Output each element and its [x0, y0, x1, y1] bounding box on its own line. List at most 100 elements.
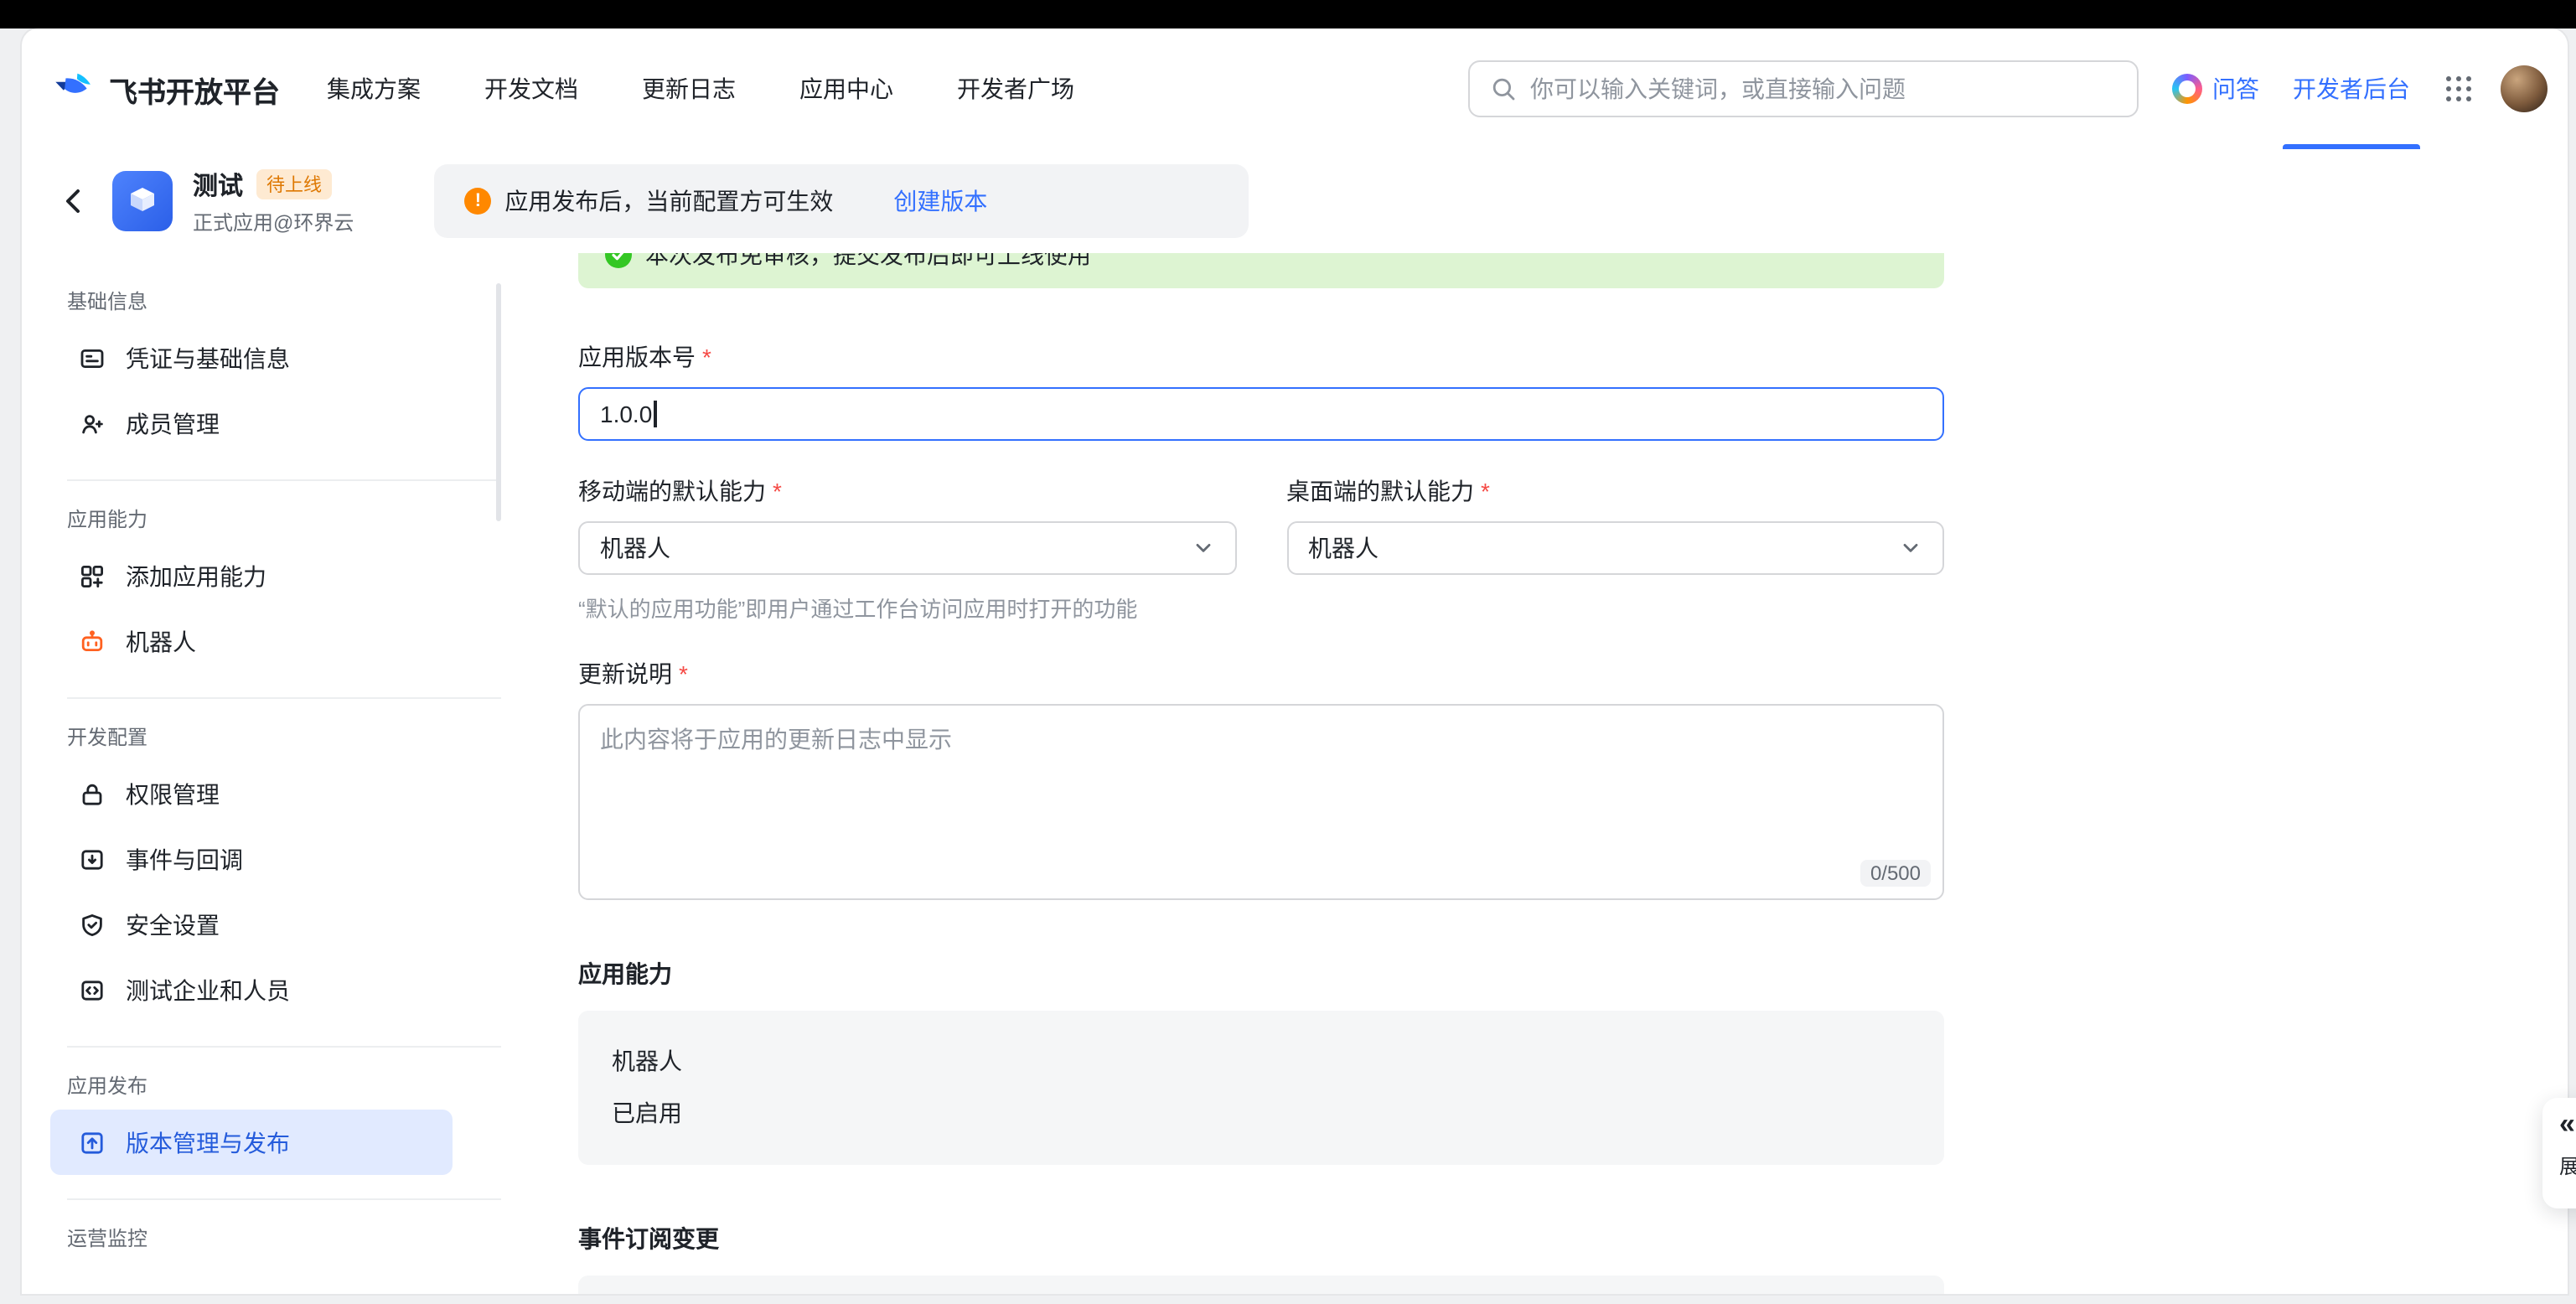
- sidebar-item-label: 权限管理: [126, 777, 220, 810]
- qa-label: 问答: [2212, 72, 2259, 106]
- text-caret: [654, 401, 656, 427]
- header-right: 问答 开发者后台: [2172, 28, 2548, 149]
- sidebar-item-add-capability[interactable]: 添加应用能力: [50, 543, 453, 608]
- default-capability-row: 移动端的默认能力* 机器人 桌面端的默认能力*: [578, 474, 1944, 575]
- nav-item-integration[interactable]: 集成方案: [327, 72, 421, 106]
- char-counter: 0/500: [1860, 860, 1931, 887]
- back-button[interactable]: [52, 179, 96, 223]
- nav-item-app-center[interactable]: 应用中心: [799, 72, 893, 106]
- sidebar-item-robot[interactable]: 机器人: [50, 608, 453, 674]
- expand-label: 展开: [2559, 1151, 2576, 1180]
- expand-panel-button[interactable]: « 展开: [2542, 1098, 2576, 1208]
- sidebar-section-label: 应用发布: [67, 1071, 525, 1100]
- release-notes-label: 更新说明*: [578, 657, 1944, 691]
- app-icon: [112, 171, 173, 231]
- mobile-capability-select[interactable]: 机器人: [578, 521, 1236, 575]
- success-check-icon: [605, 253, 632, 268]
- required-mark: *: [773, 478, 782, 505]
- cube-icon: [122, 181, 163, 221]
- feishu-logo-icon: [52, 67, 96, 111]
- sidebar-section-label: 运营监控: [67, 1224, 525, 1252]
- sidebar-item-members[interactable]: 成员管理: [50, 391, 453, 456]
- brand[interactable]: 飞书开放平台: [52, 67, 280, 111]
- success-banner-text: 本次发布免审核，提交发布后即可上线使用: [645, 253, 1091, 272]
- version-publish-icon: [79, 1129, 106, 1156]
- content-area: 基础信息 凭证与基础信息 成员管理: [22, 253, 2568, 1294]
- nav-item-changelog[interactable]: 更新日志: [642, 72, 736, 106]
- required-mark: *: [679, 660, 688, 687]
- sidebar-item-label: 成员管理: [126, 406, 220, 440]
- nav-item-dev-plaza[interactable]: 开发者广场: [957, 72, 1074, 106]
- search-box[interactable]: 你可以输入关键词，或直接输入问题: [1468, 60, 2139, 117]
- divider: [67, 697, 501, 699]
- app-meta: 测试 待上线 正式应用@环界云: [193, 167, 354, 235]
- sidebar-section-label: 开发配置: [67, 722, 525, 751]
- avatar[interactable]: [2501, 65, 2548, 112]
- sidebar-item-events[interactable]: 事件与回调: [50, 826, 453, 892]
- mobile-capability-label: 移动端的默认能力*: [578, 474, 1236, 508]
- sidebar: 基础信息 凭证与基础信息 成员管理: [22, 253, 525, 1294]
- qa-button[interactable]: 问答: [2172, 72, 2259, 106]
- page: 飞书开放平台 集成方案 开发文档 更新日志 应用中心 开发者广场 你可以输入关键…: [0, 0, 2576, 1304]
- sidebar-scrollbar[interactable]: [496, 283, 501, 521]
- warning-icon: !: [464, 188, 491, 215]
- sidebar-item-security[interactable]: 安全设置: [50, 892, 453, 957]
- app-name: 测试: [193, 167, 243, 202]
- version-input[interactable]: 1.0.0: [578, 387, 1944, 441]
- top-navigation: 飞书开放平台 集成方案 开发文档 更新日志 应用中心 开发者广场 你可以输入关键…: [22, 28, 2568, 149]
- sidebar-item-version-publish[interactable]: 版本管理与发布: [50, 1110, 453, 1175]
- event-callback-icon: [79, 846, 106, 872]
- nav-item-docs[interactable]: 开发文档: [484, 72, 578, 106]
- sidebar-section-dev-config: 开发配置 权限管理 事件与回调: [50, 697, 525, 1022]
- capability-summary-box: 机器人 已启用: [578, 1011, 1944, 1165]
- version-value: 1.0.0: [600, 401, 652, 427]
- required-mark: *: [702, 344, 711, 370]
- lock-icon: [79, 780, 106, 807]
- shield-icon: [79, 911, 106, 938]
- sidebar-section-capabilities: 应用能力 添加应用能力 机器人: [50, 479, 525, 674]
- desktop-capability-select[interactable]: 机器人: [1286, 521, 1944, 575]
- sidebar-item-permissions[interactable]: 权限管理: [50, 761, 453, 826]
- sidebar-item-credentials[interactable]: 凭证与基础信息: [50, 325, 453, 391]
- release-notes-textarea[interactable]: [578, 704, 1944, 900]
- qa-gradient-ring-icon: [2172, 74, 2202, 104]
- search-icon: [1490, 75, 1517, 102]
- divider: [67, 479, 501, 481]
- sidebar-section-publish: 应用发布 版本管理与发布: [50, 1046, 525, 1175]
- credential-icon: [79, 344, 106, 371]
- status-badge: 待上线: [256, 169, 332, 199]
- sidebar-item-label: 添加应用能力: [126, 559, 266, 592]
- capability-name: 机器人: [612, 1036, 1911, 1088]
- capability-status: 已启用: [612, 1088, 1911, 1140]
- create-version-link[interactable]: 创建版本: [893, 184, 987, 218]
- search-placeholder: 你可以输入关键词，或直接输入问题: [1530, 72, 1906, 106]
- sidebar-item-label: 机器人: [126, 624, 196, 658]
- apps-grid-icon[interactable]: [2444, 74, 2474, 104]
- version-label: 应用版本号*: [578, 340, 1944, 374]
- divider: [67, 1198, 501, 1200]
- chevron-down-icon: [1899, 536, 1922, 560]
- required-mark: *: [1481, 478, 1490, 505]
- sidebar-item-label: 事件与回调: [126, 842, 243, 876]
- brand-name: 飞书开放平台: [109, 68, 280, 110]
- default-capability-hint: “默认的应用功能”即用户通过工作台访问应用时打开的功能: [578, 592, 1944, 624]
- sidebar-section-label: 应用能力: [67, 505, 525, 533]
- sidebar-item-label: 凭证与基础信息: [126, 341, 290, 375]
- sidebar-section-basic-info: 基础信息 凭证与基础信息 成员管理: [50, 287, 525, 456]
- main-content: 本次发布免审核，提交发布后即可上线使用 应用版本号* 1.0.0 移动端的默认能…: [525, 253, 2568, 1294]
- publish-alert: ! 应用发布后，当前配置方可生效 创建版本: [434, 164, 1249, 238]
- tab-developer-console[interactable]: 开发者后台: [2293, 28, 2410, 149]
- sidebar-item-test-org[interactable]: 测试企业和人员: [50, 957, 453, 1022]
- double-chevron-left-icon: «: [2559, 1108, 2576, 1141]
- app-subtitle: 正式应用@环界云: [193, 207, 354, 235]
- divider: [67, 1046, 501, 1048]
- sidebar-item-label: 测试企业和人员: [126, 973, 290, 1006]
- console-label: 开发者后台: [2293, 72, 2410, 106]
- sidebar-section-label: 基础信息: [67, 287, 525, 315]
- sidebar-section-monitoring: 运营监控: [50, 1198, 525, 1252]
- release-notes-field: 0/500: [578, 704, 1944, 900]
- window-top-strip: [0, 0, 2576, 28]
- add-capability-icon: [79, 562, 106, 589]
- capability-section-title: 应用能力: [578, 957, 1944, 991]
- sidebar-item-label: 安全设置: [126, 908, 220, 941]
